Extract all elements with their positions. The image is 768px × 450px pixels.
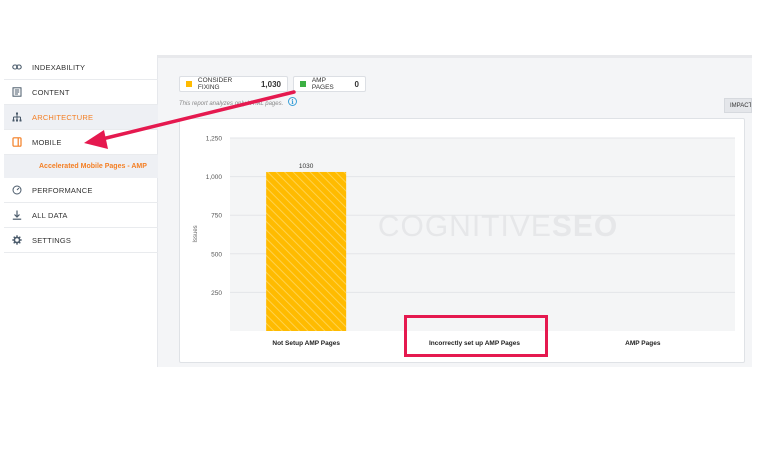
status-square-icon [186, 81, 192, 87]
sidebar-subitem-amp[interactable]: Accelerated Mobile Pages - AMP [4, 155, 158, 178]
consider-fixing-badge[interactable]: CONSIDER FIXING 1,030 [179, 76, 288, 92]
sidebar-item-label: SETTINGS [32, 235, 72, 245]
sidebar-item-mobile[interactable]: MOBILE [4, 130, 158, 155]
sidebar-item-label: ALL DATA [32, 210, 68, 220]
sidebar: INDEXABILITY CONTENT ARCHITECTURE MOBILE… [4, 55, 158, 367]
status-square-icon [300, 81, 306, 87]
amp-pages-count: 0 [354, 79, 359, 89]
sidebar-item-label: MOBILE [32, 137, 62, 147]
sidebar-item-content[interactable]: CONTENT [4, 80, 158, 105]
sidebar-item-label: ARCHITECTURE [32, 112, 94, 122]
impact-button[interactable]: IMPACT [724, 98, 752, 113]
sidebar-item-performance[interactable]: PERFORMANCE [4, 178, 158, 203]
y-axis-label: Issues [193, 225, 199, 242]
info-icon[interactable]: i [288, 97, 297, 106]
sitemap-icon [12, 112, 22, 122]
sidebar-item-label: PERFORMANCE [32, 185, 93, 195]
sidebar-item-indexability[interactable]: INDEXABILITY [4, 55, 158, 80]
y-tick-label: 1,250 [206, 136, 223, 143]
data-label: 1030 [299, 163, 314, 170]
annotation-highlight-box [404, 315, 548, 357]
consider-fixing-count: 1,030 [260, 79, 281, 89]
y-tick-label: 750 [211, 213, 222, 220]
gauge-icon [12, 185, 22, 195]
y-tick-label: 250 [211, 290, 222, 297]
sidebar-item-label: INDEXABILITY [32, 62, 86, 72]
x-category-label: AMP Pages [625, 340, 661, 347]
consider-fixing-label: CONSIDER FIXING [197, 77, 233, 91]
y-tick-label: 1,000 [206, 174, 223, 181]
document-icon [12, 87, 22, 97]
amp-pages-badge[interactable]: AMP PAGES 0 [293, 76, 366, 92]
x-category-label: Not Setup AMP Pages [272, 340, 340, 347]
sidebar-item-all-data[interactable]: ALL DATA [4, 203, 158, 228]
link-icon [12, 62, 22, 72]
html-only-note: This report analyzes only HTML pages. [179, 101, 284, 107]
sidebar-item-label: CONTENT [32, 87, 70, 97]
mobile-icon [12, 137, 22, 147]
gear-icon [12, 235, 22, 245]
y-tick-label: 500 [211, 251, 222, 258]
download-icon [12, 210, 22, 220]
amp-pages-label: AMP PAGES [311, 77, 334, 91]
sidebar-item-settings[interactable]: SETTINGS [4, 228, 158, 253]
bar [266, 171, 347, 331]
sidebar-item-architecture[interactable]: ARCHITECTURE [4, 105, 158, 130]
